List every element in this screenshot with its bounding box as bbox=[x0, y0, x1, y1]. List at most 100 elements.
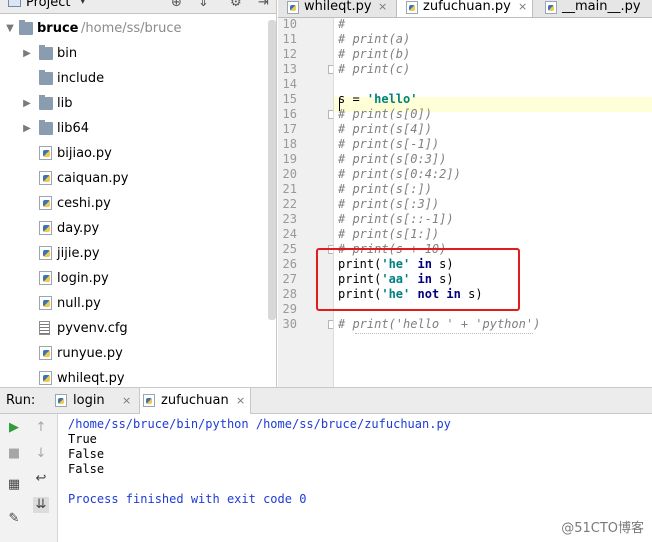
line-number: 16 bbox=[282, 107, 297, 121]
annotation-box bbox=[316, 248, 520, 311]
folder-icon bbox=[39, 95, 53, 110]
tree-item-bin[interactable]: ▶ bin bbox=[0, 41, 270, 66]
tree-item-label: caiquan.py bbox=[57, 171, 129, 186]
hide-icon[interactable]: ⇥ bbox=[258, 0, 269, 10]
close-icon[interactable]: × bbox=[378, 0, 387, 17]
line-number: 14 bbox=[282, 77, 297, 91]
arrow-down-icon[interactable]: ↓ bbox=[33, 446, 49, 462]
run-tab-zufuchuan[interactable]: zufuchuan × bbox=[139, 388, 251, 414]
soft-wrap-icon[interactable]: ↩ bbox=[33, 471, 49, 487]
tree-item-label: jijie.py bbox=[57, 246, 100, 261]
chevron-right-icon[interactable]: ▶ bbox=[21, 116, 33, 141]
chevron-down-icon[interactable]: ▼ bbox=[4, 16, 16, 41]
tree-item-login-py[interactable]: login.py bbox=[0, 266, 270, 291]
tree-item-ceshi-py[interactable]: ceshi.py bbox=[0, 191, 270, 216]
line-number: 30 bbox=[282, 317, 297, 331]
tab-label: __main__.py bbox=[562, 0, 641, 14]
chevron-right-icon[interactable]: ▶ bbox=[21, 91, 33, 116]
run-panel: Run: login × zufuchuan × ▶ ↑ ■ ↓ ↩ ▦ ⇊ ✎… bbox=[0, 387, 652, 542]
console-line: False bbox=[68, 447, 105, 461]
tree-item-label: lib bbox=[57, 96, 73, 111]
editor-tabs: whileqt.py × zufuchuan.py × __main__.py bbox=[278, 0, 652, 18]
collapse-icon[interactable]: ⇕ bbox=[198, 0, 209, 10]
chevron-right-icon[interactable]: ▶ bbox=[21, 41, 33, 66]
run-tab-login[interactable]: login × bbox=[52, 388, 136, 414]
tree-item-label: bijiao.py bbox=[57, 146, 112, 161]
python-file-icon bbox=[39, 371, 52, 385]
line-number: 15 bbox=[282, 92, 297, 106]
line-number: 18 bbox=[282, 137, 297, 151]
line-number: 25 bbox=[282, 242, 297, 256]
scroll-to-end-icon[interactable]: ⇊ bbox=[33, 497, 49, 513]
tab-label: zufuchuan.py bbox=[423, 0, 511, 14]
chevron-down-icon[interactable]: ▾ bbox=[80, 0, 86, 7]
code-line: # print(s[1:]) bbox=[338, 227, 440, 241]
tree-item-label: bin bbox=[57, 46, 78, 61]
gear-icon[interactable]: ⚙ bbox=[230, 0, 242, 10]
code-line: s = 'hello' bbox=[338, 92, 418, 106]
tree-item-label: day.py bbox=[57, 221, 100, 236]
python-file-icon bbox=[39, 346, 52, 360]
folder-link-icon bbox=[39, 120, 53, 135]
python-file-icon bbox=[39, 221, 52, 235]
inspection-underline bbox=[355, 333, 533, 334]
code-line: # print(a) bbox=[338, 32, 411, 46]
code-line: # print(s[0]) bbox=[338, 107, 432, 121]
tree-item-bruce[interactable]: ▼ bruce/home/ss/bruce bbox=[0, 16, 270, 41]
tree-item-include[interactable]: include bbox=[0, 66, 270, 91]
tree-item-caiquan-py[interactable]: caiquan.py bbox=[0, 166, 270, 191]
tab-whileqt[interactable]: whileqt.py × bbox=[278, 0, 393, 17]
close-icon[interactable]: × bbox=[518, 0, 527, 17]
close-icon[interactable]: × bbox=[236, 388, 245, 414]
locate-icon[interactable]: ⊕ bbox=[171, 0, 182, 10]
pin-icon[interactable]: ✎ bbox=[6, 511, 22, 527]
tree-item-whileqt-py[interactable]: whileqt.py bbox=[0, 366, 270, 387]
project-header: Project ▾ ⊕ ⇕ ⚙ ⇥ bbox=[0, 0, 276, 14]
code-line: # print(s[0:4:2]) bbox=[338, 167, 461, 181]
project-title[interactable]: Project bbox=[26, 0, 70, 10]
code-line: # bbox=[338, 18, 346, 31]
tree-item-path: /home/ss/bruce bbox=[81, 21, 182, 36]
tree-item-pyvenv-cfg[interactable]: pyvenv.cfg bbox=[0, 316, 270, 341]
project-scrollbar[interactable] bbox=[268, 20, 276, 320]
folder-icon bbox=[19, 20, 33, 35]
tree-item-jijie-py[interactable]: jijie.py bbox=[0, 241, 270, 266]
stop-icon[interactable]: ■ bbox=[6, 446, 22, 462]
layout-icon[interactable]: ▦ bbox=[6, 477, 22, 493]
line-number: 19 bbox=[282, 152, 297, 166]
rerun-icon[interactable]: ▶ bbox=[6, 420, 22, 436]
tree-item-label: pyvenv.cfg bbox=[57, 321, 128, 336]
console-line: Process finished with exit code 0 bbox=[68, 492, 307, 506]
tree-item-label: runyue.py bbox=[57, 346, 123, 361]
tree-item-day-py[interactable]: day.py bbox=[0, 216, 270, 241]
line-number-gutter: 10 11 12 13 14 15 16 17 18 19 20 21 22 23 24 25 26 27 28 29… bbox=[278, 18, 334, 387]
code-line: # print(s[:]) bbox=[338, 182, 432, 196]
line-number: 26 bbox=[282, 257, 297, 271]
python-file-icon bbox=[39, 246, 52, 260]
tree-item-lib64[interactable]: ▶ lib64 bbox=[0, 116, 270, 141]
code-line: # print(s[::-1]) bbox=[338, 212, 454, 226]
close-icon[interactable]: × bbox=[122, 388, 131, 414]
tab-main[interactable]: __main__.py bbox=[536, 0, 652, 17]
line-number: 24 bbox=[282, 227, 297, 241]
line-number: 22 bbox=[282, 197, 297, 211]
tree-item-label: whileqt.py bbox=[57, 371, 125, 386]
tree-item-runyue-py[interactable]: runyue.py bbox=[0, 341, 270, 366]
code-line: # print(b) bbox=[338, 47, 411, 61]
project-panel: Project ▾ ⊕ ⇕ ⚙ ⇥ ▼ bruce/home/ss/bruce ▶ b… bbox=[0, 0, 277, 387]
tree-item-bijiao-py[interactable]: bijiao.py bbox=[0, 141, 270, 166]
tree-item-lib[interactable]: ▶ lib bbox=[0, 91, 270, 116]
tree-item-label: null.py bbox=[57, 296, 101, 311]
run-label: Run: bbox=[6, 393, 36, 408]
code-line: # print(s[-1]) bbox=[338, 137, 440, 151]
folder-icon bbox=[39, 45, 53, 60]
tab-zufuchuan[interactable]: zufuchuan.py × bbox=[396, 0, 533, 17]
line-number: 11 bbox=[282, 32, 297, 46]
watermark: @51CTO博客 bbox=[561, 521, 644, 536]
tree-item-null-py[interactable]: null.py bbox=[0, 291, 270, 316]
arrow-up-icon[interactable]: ↑ bbox=[33, 420, 49, 436]
code-area[interactable]: # # print(a) # print(b) # print(c) s = 'hell… bbox=[334, 18, 652, 387]
console-line: True bbox=[68, 432, 97, 446]
code-line: # print(s[:3]) bbox=[338, 197, 440, 211]
python-file-icon bbox=[39, 296, 52, 310]
